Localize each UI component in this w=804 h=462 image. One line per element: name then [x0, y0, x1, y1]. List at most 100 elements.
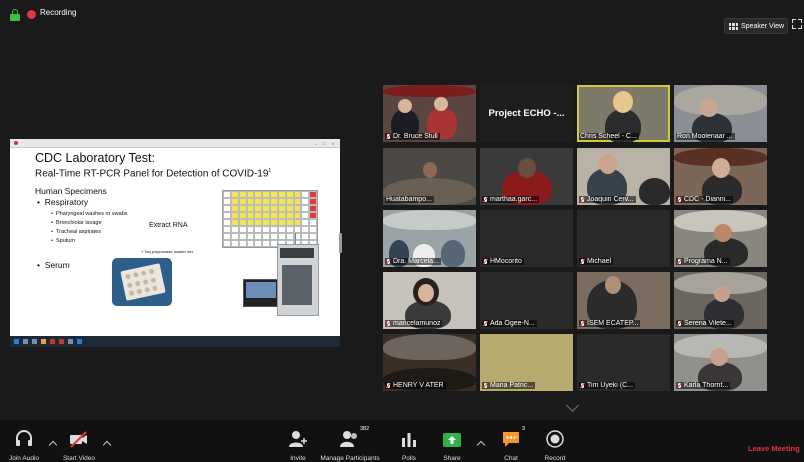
record-icon [545, 429, 565, 449]
participant-tile[interactable]: Dr. Bruce Stull [383, 85, 476, 142]
participant-name: HENRY V ATER [393, 382, 444, 389]
muted-mic-icon [676, 258, 683, 265]
participant-tile[interactable]: ISEM ECATEP... [577, 272, 670, 329]
plate-cell [223, 240, 231, 247]
participant-tile[interactable]: Ron Moolenaar ... [674, 85, 767, 142]
plate-cell [309, 191, 317, 198]
plate-cell [277, 233, 286, 240]
participant-tile[interactable]: Serena Vilete... [674, 272, 767, 329]
record-label: Record [544, 455, 566, 462]
plate-cell [277, 191, 286, 198]
plate-cell [246, 226, 255, 233]
plate-cell [230, 226, 239, 233]
participant-tile[interactable]: Programa N... [674, 210, 767, 267]
muted-mic-icon [482, 258, 489, 265]
participant-name-label: Programa N... [676, 258, 730, 265]
participant-tile[interactable]: CDC - Dianni... [674, 148, 767, 205]
join-audio-label: Join Audio [9, 455, 39, 462]
participant-tile[interactable]: Michael [577, 210, 670, 267]
chevron-down-icon[interactable] [566, 399, 579, 412]
participant-name-label: Joaquin Cerv... [579, 196, 636, 203]
record-button[interactable]: Record [541, 420, 569, 462]
participant-tile[interactable]: maricelamunoz [383, 272, 476, 329]
invite-button[interactable]: Invite [286, 420, 310, 462]
plate-cell [223, 191, 231, 198]
plate-cell [246, 191, 255, 198]
plate-cell [262, 205, 270, 212]
participant-tile[interactable]: Maria Patric... [480, 334, 573, 391]
plate-cell [254, 198, 263, 205]
participant-tile[interactable]: HMocorito [480, 210, 573, 267]
plate-cell [270, 205, 278, 212]
participant-name: Dr. Bruce Stull [393, 133, 438, 140]
start-video-button[interactable]: Start Video [62, 420, 96, 462]
participant-tile[interactable]: Dra. Marcela... [383, 210, 476, 267]
plate-cell [230, 198, 239, 205]
plate-cell [254, 240, 263, 247]
share-options-caret[interactable] [476, 440, 486, 450]
plate-cell [301, 233, 310, 240]
plate-cell [293, 219, 302, 226]
shared-screen: – □ × CDC Laboratory Test: Real-Time RT-PC… [10, 139, 340, 347]
plate-cell [262, 219, 270, 226]
participant-head [714, 286, 730, 302]
share-label: Share [443, 455, 461, 462]
participant-head [700, 99, 718, 117]
muted-mic-icon [579, 320, 586, 327]
participant-tile[interactable]: Joaquin Cerv... [577, 148, 670, 205]
participant-tile[interactable]: marthaa.garc... [480, 148, 573, 205]
participant-tile[interactable]: Tim Uyeki (C... [577, 334, 670, 391]
participant-tile[interactable]: Karla Thornt... [674, 334, 767, 391]
chat-label: Chat [504, 455, 518, 462]
plate-cell [285, 219, 294, 226]
plate-cell [223, 212, 231, 219]
muted-mic-icon [482, 320, 489, 327]
speaker-view-button[interactable]: Speaker View [724, 18, 788, 34]
plate-cell [254, 191, 263, 198]
polls-icon [399, 429, 419, 449]
participant-tile[interactable]: HENRY V ATER [383, 334, 476, 391]
presentation-slide: CDC Laboratory Test: Real-Time RT-PCR Pa… [27, 149, 323, 321]
lock-icon[interactable] [10, 9, 20, 21]
muted-mic-icon [482, 196, 489, 203]
plate-cell [223, 219, 231, 226]
participant-name: Programa N... [684, 258, 728, 265]
participant-name-label: Michael [579, 258, 614, 265]
split-resize-handle[interactable] [339, 233, 342, 253]
plate-cell [301, 226, 310, 233]
participant-tile[interactable]: Huatabampo... [383, 148, 476, 205]
plate-cell [293, 198, 302, 205]
plate-cell [230, 205, 239, 212]
participant-head [418, 284, 434, 302]
chat-button[interactable]: 3 Chat [500, 420, 525, 462]
participant-tile[interactable]: Project ECHO -... [480, 85, 573, 142]
participant-name-label: Tim Uyeki (C... [579, 382, 636, 389]
leave-meeting-button[interactable]: Leave Meeting [748, 444, 800, 453]
video-options-caret[interactable] [102, 440, 112, 450]
close-icon: × [331, 140, 334, 146]
share-screen-button[interactable]: Share [438, 420, 466, 462]
plate-cell [262, 191, 270, 198]
headphones-icon [14, 429, 34, 449]
plate-cell [230, 191, 239, 198]
plate-cell [262, 226, 270, 233]
plate-cell [277, 212, 286, 219]
plate-cell [270, 198, 278, 205]
sub-bullet: • Pharyngeal washes or swabs [51, 211, 128, 217]
polls-button[interactable]: Polls [398, 420, 420, 462]
fullscreen-icon[interactable] [792, 19, 802, 29]
participant-name: Karla Thornt... [684, 382, 729, 389]
participant-tile[interactable]: Ada Ogee-N... [480, 272, 573, 329]
audio-options-caret[interactable] [48, 440, 58, 450]
muted-mic-icon [676, 196, 683, 203]
plate-cell [238, 205, 247, 212]
plate-cell [230, 219, 239, 226]
participant-video-shape [441, 240, 465, 267]
muted-mic-icon [385, 320, 392, 327]
participant-head [712, 158, 730, 178]
share-screen-icon [442, 429, 462, 449]
plate-cell [238, 226, 247, 233]
manage-participants-button[interactable]: 382 Manage Participants [318, 420, 382, 462]
join-audio-button[interactable]: Join Audio [6, 420, 42, 462]
participant-tile[interactable]: Chris Scheel - C... [577, 85, 670, 142]
